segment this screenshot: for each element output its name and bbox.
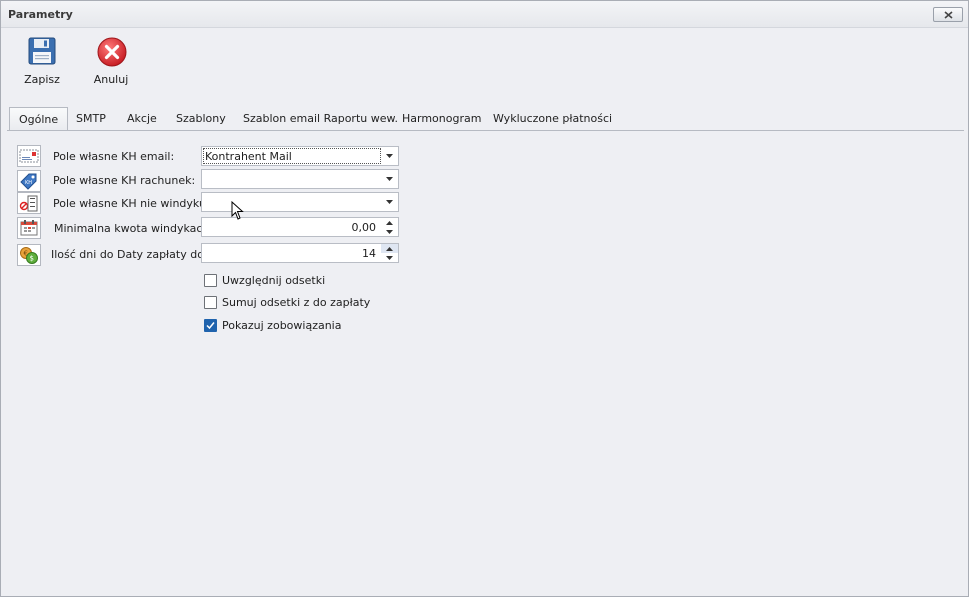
min-amount-value: 0,00 xyxy=(351,221,377,234)
cancel-button[interactable]: Anuluj xyxy=(86,37,136,91)
tab-label: Szablon email Raportu wew. xyxy=(243,112,398,125)
spin-up-icon[interactable] xyxy=(381,218,398,227)
close-icon xyxy=(943,10,953,19)
svg-text:KH: KH xyxy=(25,180,32,186)
spin-up-icon[interactable] xyxy=(381,244,398,253)
tab-label: Harmonogram xyxy=(402,112,482,125)
save-button[interactable]: Zapisz xyxy=(17,37,67,91)
floppy-disk-icon xyxy=(28,37,56,65)
spin-buttons xyxy=(381,244,398,262)
title-bar: Parametry xyxy=(1,1,968,28)
email-icon xyxy=(17,145,41,167)
window-title: Parametry xyxy=(8,8,73,21)
checkbox-label: Pokazuj zobowiązania xyxy=(222,319,342,332)
email-field-label: Pole własne KH email: xyxy=(53,150,175,163)
tab-label: Akcje xyxy=(127,112,157,125)
tab-smtp[interactable]: SMTP xyxy=(67,107,115,131)
checkbox-box[interactable] xyxy=(204,296,217,309)
tag-icon: KH xyxy=(17,170,41,192)
close-button[interactable] xyxy=(933,7,963,22)
checkbox-box[interactable] xyxy=(204,319,217,332)
account-field-label: Pole własne KH rachunek: xyxy=(53,174,196,187)
email-field-value: Kontrahent Mail xyxy=(205,150,292,163)
email-field-select[interactable]: Kontrahent Mail xyxy=(201,146,399,166)
chevron-down-icon[interactable] xyxy=(381,147,398,165)
spin-buttons xyxy=(381,218,398,236)
account-field-select[interactable] xyxy=(201,169,399,189)
cancel-label: Anuluj xyxy=(93,73,129,86)
spin-down-icon[interactable] xyxy=(381,227,398,236)
tab-label: Szablony xyxy=(176,112,226,125)
checkmark-icon xyxy=(206,322,215,330)
parameters-window: Parametry Zapisz Anuluj Ogólne SMTP Akcj… xyxy=(0,0,969,597)
mouse-pointer-icon xyxy=(231,201,244,220)
tab-label: SMTP xyxy=(76,112,106,125)
spin-down-icon[interactable] xyxy=(381,253,398,262)
min-amount-field-label: Minimalna kwota windykacji: xyxy=(54,222,213,235)
tab-label: Ogólne xyxy=(19,113,59,126)
tab-harmonogram[interactable]: Harmonogram xyxy=(393,107,490,131)
coins-icon: € $ xyxy=(17,244,41,266)
tab-strip: Ogólne SMTP Akcje Szablony Szablon email… xyxy=(7,107,964,131)
calendar-icon xyxy=(17,217,41,239)
days-value: 14 xyxy=(362,247,376,260)
tab-szablon-email[interactable]: Szablon email Raportu wew. xyxy=(234,107,407,131)
svg-text:$: $ xyxy=(30,255,34,263)
tab-label: Wykluczone płatności xyxy=(493,112,613,125)
chevron-down-icon[interactable] xyxy=(381,170,398,188)
chevron-down-icon[interactable] xyxy=(381,193,398,211)
tab-akcje[interactable]: Akcje xyxy=(118,107,166,131)
tab-wykluczone-platnosci[interactable]: Wykluczone płatności xyxy=(484,107,621,131)
tab-szablony[interactable]: Szablony xyxy=(167,107,235,131)
checkbox-box[interactable] xyxy=(204,274,217,287)
save-label: Zapisz xyxy=(24,73,60,86)
tab-ogolne[interactable]: Ogólne xyxy=(9,107,69,131)
no-collect-field-label: Pole własne KH nie windykuj: xyxy=(53,197,213,210)
checkbox-label: Uwzględnij odsetki xyxy=(222,274,326,287)
days-field-label: Ilość dni do Daty zapłaty do: xyxy=(51,248,208,261)
cancel-icon xyxy=(97,37,127,67)
checklist-block-icon xyxy=(17,192,41,214)
days-spinner[interactable]: 14 xyxy=(201,243,399,263)
checkbox-label: Sumuj odsetki z do zapłaty xyxy=(222,296,371,309)
